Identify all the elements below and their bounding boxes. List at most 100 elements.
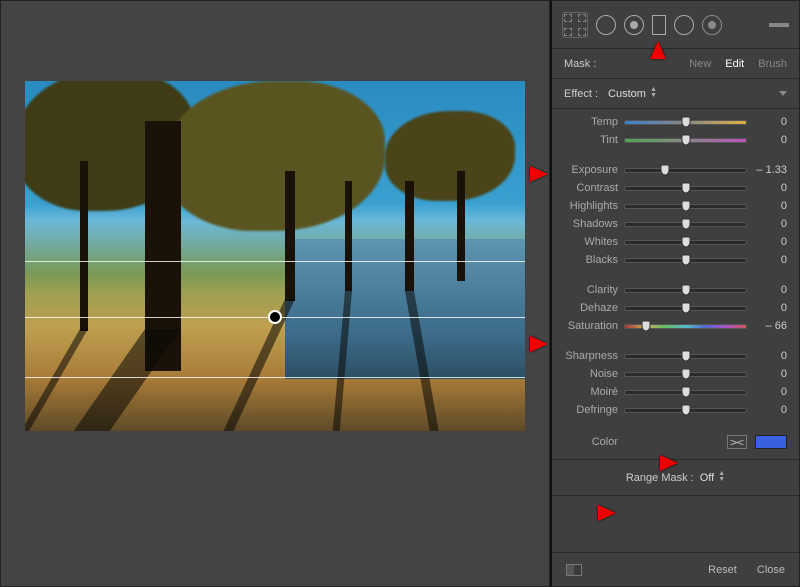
- slider-label: Sharpness: [552, 350, 618, 362]
- slider-label: Contrast: [552, 182, 618, 194]
- color-none-swatch[interactable]: [727, 435, 747, 449]
- tab-edit[interactable]: Edit: [725, 58, 744, 70]
- slider-knob[interactable]: [641, 321, 650, 332]
- slider-track[interactable]: [624, 288, 747, 293]
- slider-knob[interactable]: [681, 387, 690, 398]
- slider-knob[interactable]: [681, 219, 690, 230]
- tab-new[interactable]: New: [689, 58, 711, 70]
- slider-value: 0: [753, 218, 787, 230]
- image-canvas[interactable]: [0, 0, 550, 587]
- range-mask-label: Range Mask :: [626, 472, 694, 484]
- slider-knob[interactable]: [681, 255, 690, 266]
- slider-tint: Tint 0: [552, 131, 787, 149]
- slider-track[interactable]: [624, 240, 747, 245]
- radial-filter-tool[interactable]: [674, 15, 694, 35]
- slider-track[interactable]: [624, 306, 747, 311]
- slider-knob[interactable]: [681, 285, 690, 296]
- slider-label: Shadows: [552, 218, 618, 230]
- slider-label: Exposure: [552, 164, 618, 176]
- reset-button[interactable]: Reset: [708, 564, 737, 576]
- slider-blacks: Blacks 0: [552, 251, 787, 269]
- slider-value: – 1.33: [753, 164, 787, 176]
- slider-track[interactable]: [624, 186, 747, 191]
- slider-knob[interactable]: [681, 237, 690, 248]
- slider-track[interactable]: [624, 354, 747, 359]
- effect-dropdown[interactable]: Custom▲▼: [608, 87, 657, 100]
- slider-track[interactable]: [624, 204, 747, 209]
- slider-knob[interactable]: [681, 351, 690, 362]
- slider-track[interactable]: [624, 138, 747, 143]
- slider-value: 0: [753, 404, 787, 416]
- slider-knob[interactable]: [681, 201, 690, 212]
- slider-track[interactable]: [624, 168, 747, 173]
- slider-track[interactable]: [624, 222, 747, 227]
- slider-value: – 66: [753, 320, 787, 332]
- slider-label: Tint: [552, 134, 618, 146]
- slider-moiré: Moiré0: [552, 383, 787, 401]
- slider-value: 0: [753, 284, 787, 296]
- slider-knob[interactable]: [681, 117, 690, 128]
- slider-label: Temp: [552, 116, 618, 128]
- range-mask-dropdown[interactable]: Off▲▼: [700, 471, 725, 484]
- slider-knob[interactable]: [681, 405, 690, 416]
- slider-value: 0: [753, 182, 787, 194]
- slider-label: Moiré: [552, 386, 618, 398]
- slider-track[interactable]: [624, 408, 747, 413]
- panel-toggle-icon[interactable]: [769, 23, 789, 27]
- spot-removal-tool[interactable]: [596, 15, 616, 35]
- slider-contrast: Contrast 0: [552, 179, 787, 197]
- slider-track[interactable]: [624, 324, 747, 329]
- slider-label: Blacks: [552, 254, 618, 266]
- slider-sharpness: Sharpness 0: [552, 347, 787, 365]
- slider-knob[interactable]: [681, 183, 690, 194]
- slider-value: 0: [753, 350, 787, 362]
- gradient-guide-top[interactable]: [25, 261, 525, 262]
- slider-whites: Whites 0: [552, 233, 787, 251]
- slider-value: 0: [753, 254, 787, 266]
- preview-image[interactable]: [25, 81, 525, 431]
- slider-track[interactable]: [624, 258, 747, 263]
- slider-value: 0: [753, 368, 787, 380]
- slider-temp: Temp 0: [552, 113, 787, 131]
- slider-value: 0: [753, 134, 787, 146]
- slider-value: 0: [753, 236, 787, 248]
- gradient-pin[interactable]: [268, 310, 282, 324]
- adjustment-panel: Mask : New Edit Brush Effect : Custom▲▼ …: [550, 0, 800, 587]
- range-mask-row: Range Mask : Off▲▼: [552, 460, 799, 496]
- close-button[interactable]: Close: [757, 564, 785, 576]
- slider-track[interactable]: [624, 120, 747, 125]
- slider-track[interactable]: [624, 372, 747, 377]
- color-row: Color: [552, 431, 799, 460]
- slider-track[interactable]: [624, 390, 747, 395]
- graduated-filter-tool[interactable]: [652, 15, 666, 35]
- slider-value: 0: [753, 116, 787, 128]
- slider-label: Highlights: [552, 200, 618, 212]
- slider-knob[interactable]: [681, 303, 690, 314]
- slider-shadows: Shadows 0: [552, 215, 787, 233]
- slider-knob[interactable]: [660, 165, 669, 176]
- slider-label: Clarity: [552, 284, 618, 296]
- slider-label: Defringe: [552, 404, 618, 416]
- slider-noise: Noise 0: [552, 365, 787, 383]
- slider-dehaze: Dehaze0: [552, 299, 787, 317]
- tab-brush[interactable]: Brush: [758, 58, 787, 70]
- before-after-toggle[interactable]: [566, 564, 582, 576]
- slider-label: Whites: [552, 236, 618, 248]
- adjustment-brush-tool[interactable]: [702, 15, 722, 35]
- effect-label: Effect :: [564, 88, 598, 100]
- gradient-guide-bottom[interactable]: [25, 377, 525, 378]
- slider-knob[interactable]: [681, 369, 690, 380]
- slider-value: 0: [753, 200, 787, 212]
- slider-highlights: Highlights 0: [552, 197, 787, 215]
- color-swatch[interactable]: [755, 435, 787, 449]
- slider-label: Noise: [552, 368, 618, 380]
- crop-tool[interactable]: [562, 12, 588, 38]
- slider-saturation: Saturation– 66: [552, 317, 787, 335]
- effect-row: Effect : Custom▲▼: [552, 79, 799, 109]
- color-label: Color: [552, 436, 618, 448]
- redeye-tool[interactable]: [624, 15, 644, 35]
- slider-knob[interactable]: [681, 135, 690, 146]
- slider-value: 0: [753, 302, 787, 314]
- panel-disclosure-icon[interactable]: [779, 91, 787, 96]
- panel-footer: Reset Close: [552, 552, 799, 586]
